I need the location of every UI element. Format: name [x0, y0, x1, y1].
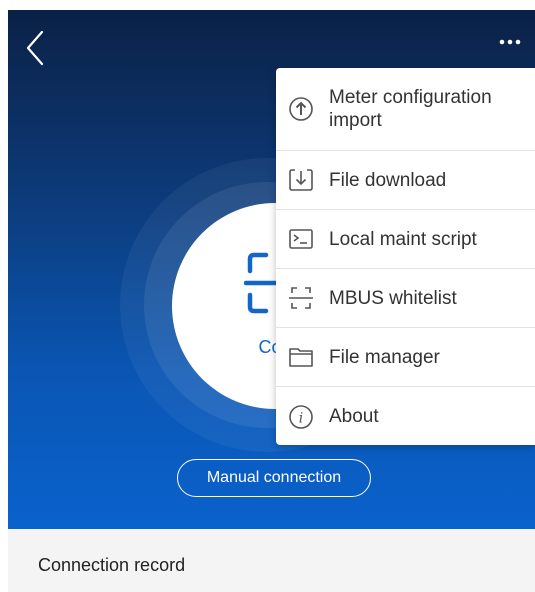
chevron-left-icon — [26, 30, 44, 66]
connection-record-section[interactable]: Connection record — [8, 529, 535, 592]
scan-frame-icon — [289, 287, 313, 309]
menu-item-local-maint-script[interactable]: Local maint script — [276, 210, 535, 269]
download-icon — [289, 169, 313, 191]
upload-circle-icon — [289, 97, 313, 121]
menu-item-label: MBUS whitelist — [329, 287, 457, 309]
menu-item-label: About — [329, 406, 379, 427]
folder-icon — [289, 348, 313, 367]
more-button[interactable] — [497, 32, 523, 52]
terminal-icon — [289, 229, 313, 249]
info-icon: i — [289, 404, 313, 429]
menu-item-file-manager[interactable]: File manager — [276, 328, 535, 387]
manual-connection-button[interactable]: Manual connection — [177, 459, 371, 497]
more-horizontal-icon — [499, 39, 521, 45]
app-screen: Con Manual connection Connection record … — [8, 10, 535, 592]
menu-item-file-download[interactable]: File download — [276, 151, 535, 210]
menu-item-about[interactable]: i About — [276, 387, 535, 446]
back-button[interactable] — [22, 28, 52, 68]
connection-record-label: Connection record — [38, 555, 186, 575]
menu-item-mbus-whitelist[interactable]: MBUS whitelist — [276, 269, 535, 328]
menu-item-label: File manager — [329, 346, 440, 368]
svg-text:i: i — [299, 410, 303, 426]
menu-item-label: Meter configuration import — [329, 87, 492, 131]
menu-item-label: Local maint script — [329, 228, 477, 250]
overflow-menu: Meter configuration import File download… — [276, 68, 535, 445]
menu-item-label: File download — [329, 169, 447, 191]
menu-item-meter-configuration-import[interactable]: Meter configuration import — [276, 68, 535, 151]
